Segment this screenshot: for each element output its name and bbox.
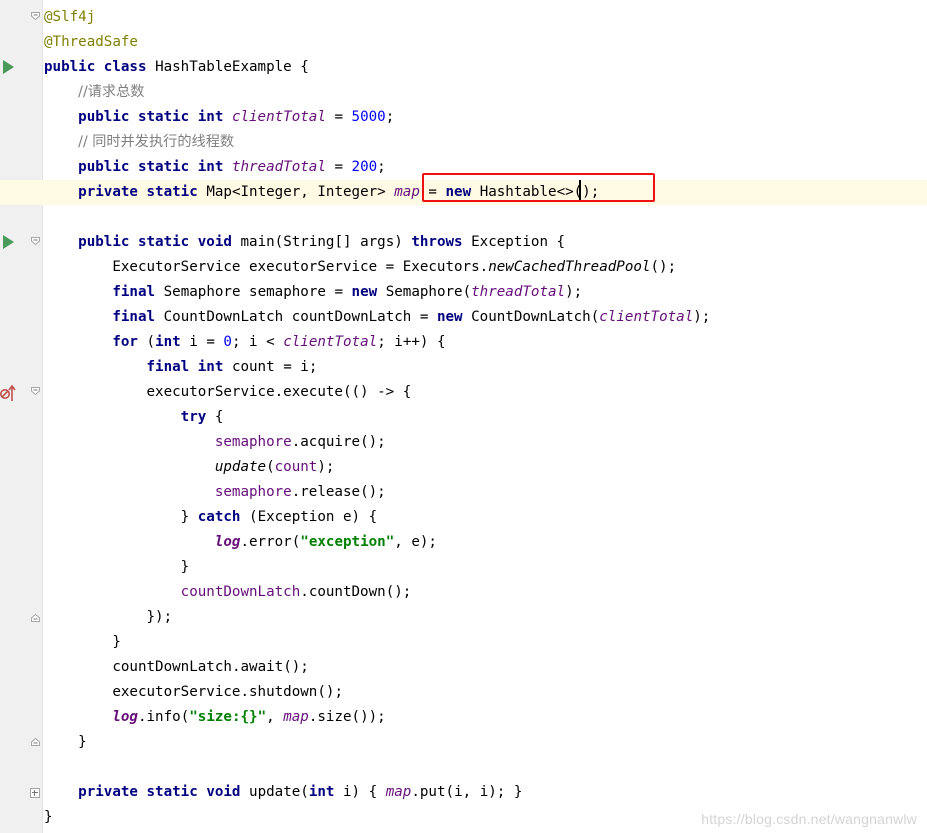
expand-fold-icon[interactable]: [30, 788, 40, 798]
watermark: https://blog.csdn.net/wangnanwlw: [701, 811, 917, 827]
code-line[interactable]: public static int clientTotal = 5000;: [0, 105, 927, 130]
code-text: semaphore.acquire();: [214, 434, 386, 450]
code-line[interactable]: public static void main(String[] args) t…: [0, 230, 927, 255]
code-text: final Semaphore semaphore = new Semaphor…: [112, 284, 583, 300]
code-text: final int count = i;: [146, 359, 318, 375]
code-text: });: [44, 609, 173, 625]
code-line[interactable]: @Slf4j: [0, 5, 927, 30]
code-line[interactable]: private static void update(int i) { map.…: [0, 780, 927, 805]
code-line[interactable]: @ThreadSafe: [0, 30, 927, 55]
run-icon[interactable]: [3, 235, 14, 249]
code-line[interactable]: log.error("exception", e);: [0, 530, 927, 555]
fold-icon[interactable]: [31, 237, 40, 245]
code-line[interactable]: log.info("size:{}", map.size());: [0, 705, 927, 730]
code-text: update(count);: [214, 459, 335, 475]
code-text: }: [44, 559, 190, 575]
code-text: semaphore.release();: [214, 484, 386, 500]
code-text: executorService.shutdown();: [112, 684, 343, 700]
code-line[interactable]: [0, 755, 927, 780]
fold-icon[interactable]: [31, 614, 40, 622]
code-text: final CountDownLatch countDownLatch = ne…: [112, 309, 711, 325]
code-text: } catch (Exception e) {: [44, 509, 378, 525]
code-text: for (int i = 0; i < clientTotal; i++) {: [112, 334, 446, 350]
fold-icon[interactable]: [31, 12, 40, 20]
code-line[interactable]: //请求总数: [0, 80, 927, 105]
code-text: log.error("exception", e);: [214, 534, 437, 550]
code-line[interactable]: } catch (Exception e) {: [0, 505, 927, 530]
code-line[interactable]: [0, 205, 927, 230]
code-text: ExecutorService executorService = Execut…: [112, 259, 677, 275]
code-text: try {: [180, 409, 224, 425]
code-text: countDownLatch.await();: [112, 659, 309, 675]
code-text: public static int clientTotal = 5000;: [78, 109, 395, 125]
code-line[interactable]: final Semaphore semaphore = new Semaphor…: [0, 280, 927, 305]
code-line[interactable]: final int count = i;: [0, 355, 927, 380]
code-line[interactable]: for (int i = 0; i < clientTotal; i++) {: [0, 330, 927, 355]
code-text: // 同时并发执行的线程数: [78, 134, 235, 150]
code-line[interactable]: }: [0, 555, 927, 580]
code-line[interactable]: final CountDownLatch countDownLatch = ne…: [0, 305, 927, 330]
code-text: }: [44, 809, 53, 825]
fold-icon[interactable]: [31, 387, 40, 395]
code-line[interactable]: // 同时并发执行的线程数: [0, 130, 927, 155]
code-line[interactable]: semaphore.acquire();: [0, 430, 927, 455]
code-line[interactable]: });: [0, 605, 927, 630]
code-text: }: [44, 734, 87, 750]
code-text: public class HashTableExample {: [44, 59, 309, 75]
code-line[interactable]: countDownLatch.await();: [0, 655, 927, 680]
code-line[interactable]: semaphore.release();: [0, 480, 927, 505]
code-text: //请求总数: [78, 84, 145, 100]
code-text: public static void main(String[] args) t…: [78, 234, 566, 250]
code-text: @ThreadSafe: [44, 34, 138, 50]
override-impl-icon[interactable]: [0, 384, 16, 402]
code-line[interactable]: executorService.shutdown();: [0, 680, 927, 705]
code-text: public static int threadTotal = 200;: [78, 159, 386, 175]
code-line[interactable]: executorService.execute(() -> {: [0, 380, 927, 405]
code-text: countDownLatch.countDown();: [180, 584, 412, 600]
code-line[interactable]: }: [0, 730, 927, 755]
code-line[interactable]: countDownLatch.countDown();: [0, 580, 927, 605]
code-line[interactable]: update(count);: [0, 455, 927, 480]
code-line[interactable]: ExecutorService executorService = Execut…: [0, 255, 927, 280]
code-line[interactable]: public class HashTableExample {: [0, 55, 927, 80]
code-text: @Slf4j: [44, 9, 96, 25]
highlight-annotation: [422, 173, 655, 202]
code-text: executorService.execute(() -> {: [146, 384, 412, 400]
code-line[interactable]: }: [0, 630, 927, 655]
code-editor[interactable]: @Slf4j @ThreadSafe public class HashTableE…: [0, 0, 927, 833]
fold-icon[interactable]: [31, 738, 40, 746]
code-text: private static void update(int i) { map.…: [78, 784, 523, 800]
code-text: }: [44, 634, 121, 650]
code-line[interactable]: try {: [0, 405, 927, 430]
text-caret: [579, 180, 581, 200]
code-text: log.info("size:{}", map.size());: [112, 709, 386, 725]
run-icon[interactable]: [3, 60, 14, 74]
